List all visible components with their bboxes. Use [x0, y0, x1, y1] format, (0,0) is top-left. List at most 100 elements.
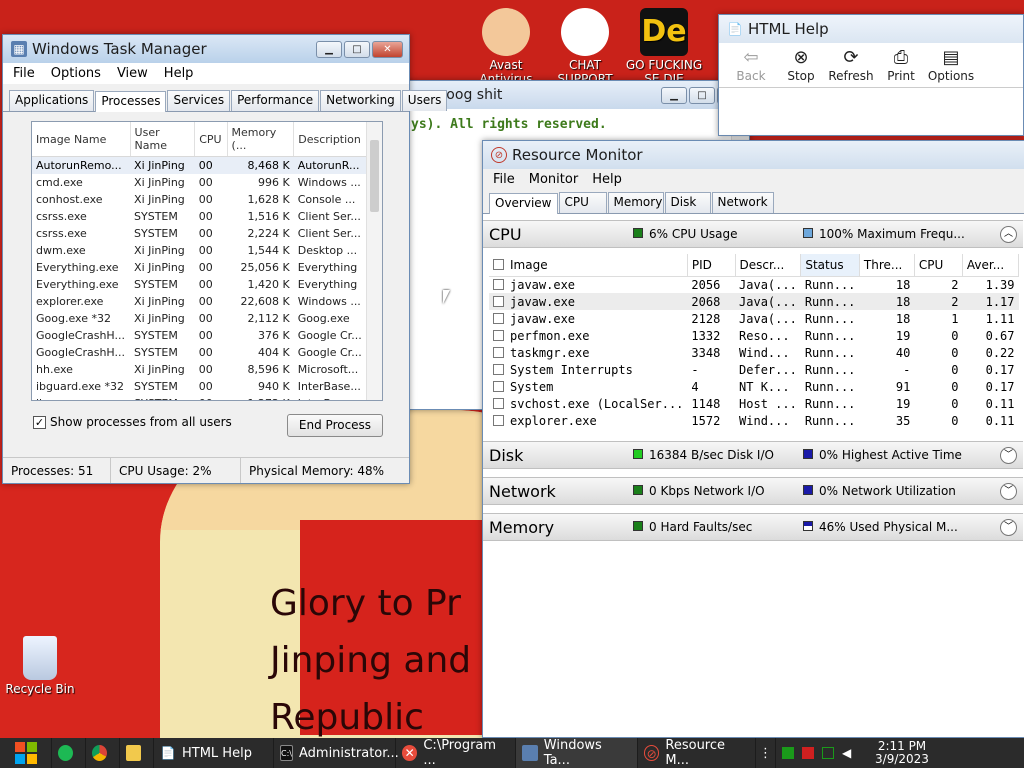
html-help-window[interactable]: 📄 HTML Help ⇦ Back ⊗ Stop ⟳ Refresh ⎙ Print … [718, 14, 1024, 136]
column-description[interactable]: Descr... [735, 254, 802, 277]
expand-chevron-icon[interactable]: ﹀ [1000, 447, 1017, 464]
menu-file[interactable]: File [13, 66, 35, 81]
process-checkbox[interactable] [493, 346, 504, 358]
process-row[interactable]: AutorunRemo... Xi JinPing 00 8,468 K Autorun… [32, 156, 367, 174]
tab-processes[interactable]: Processes [95, 91, 167, 112]
process-row[interactable]: dwm.exe Xi JinPing 00 1,544 K Desktop ... [32, 242, 367, 259]
chrome-pinned[interactable] [86, 738, 120, 768]
tray-network-icon[interactable] [822, 747, 834, 759]
show-all-checkbox[interactable]: ✓ [33, 415, 46, 429]
memory-section-header[interactable]: Memory 0 Hard Faults/sec 46% Used Physic… [483, 513, 1023, 541]
select-all-checkbox[interactable] [493, 258, 504, 270]
tab-applications[interactable]: Applications [9, 90, 95, 111]
desktop-icon-avast[interactable]: Avast Antivirus [466, 8, 546, 86]
process-row[interactable]: csrss.exe SYSTEM 00 1,516 K Client Ser... [32, 208, 367, 225]
taskbar-clock[interactable]: 2:11 PM 3/9/2023 [872, 740, 932, 766]
column-image[interactable]: Image [489, 254, 688, 277]
column-memory[interactable]: Memory (... [227, 122, 295, 157]
process-checkbox[interactable] [493, 312, 504, 324]
column-average-cpu[interactable]: Aver... [962, 254, 1019, 277]
menu-view[interactable]: View [117, 66, 148, 81]
expand-chevron-icon[interactable]: ﹀ [1000, 483, 1017, 500]
print-button[interactable]: ⎙ Print [877, 47, 925, 83]
process-row[interactable]: GoogleCrashH... SYSTEM 00 404 K Google Cr... [32, 344, 367, 361]
spotify-pinned[interactable] [52, 738, 86, 768]
process-checkbox[interactable] [493, 380, 504, 392]
start-button[interactable] [0, 738, 52, 768]
menu-options[interactable]: Options [51, 66, 101, 81]
column-pid[interactable]: PID [687, 254, 736, 277]
desktop-icon-chat-support[interactable]: CHAT SUPPORT [545, 8, 625, 86]
process-row[interactable]: hh.exe Xi JinPing 00 8,596 K Microsoft... [32, 361, 367, 378]
close-button[interactable]: ✕ [372, 41, 403, 58]
tab-performance[interactable]: Performance [231, 90, 320, 111]
column-status[interactable]: Status [800, 254, 860, 277]
process-row[interactable]: ibguard.exe *32 SYSTEM 00 940 K InterBase... [32, 378, 367, 395]
process-row[interactable]: cmd.exe Xi JinPing 00 996 K Windows ... [32, 174, 367, 191]
process-row[interactable]: conhost.exe Xi JinPing 00 1,628 K Console ..… [32, 191, 367, 208]
menu-monitor[interactable]: Monitor [529, 172, 578, 187]
minimize-button[interactable]: ▁ [661, 87, 687, 104]
tab-disk[interactable]: Disk [664, 192, 711, 213]
tab-services[interactable]: Services [167, 90, 231, 111]
process-checkbox[interactable] [493, 295, 504, 307]
collapse-chevron-icon[interactable]: ︿ [1000, 226, 1017, 243]
process-row[interactable]: csrss.exe SYSTEM 00 2,224 K Client Ser... [32, 225, 367, 242]
process-checkbox[interactable] [493, 414, 504, 426]
taskbar-item-administrator[interactable]: C:\ Administrator... [274, 738, 399, 768]
tray-flag-icon[interactable] [802, 747, 814, 759]
cpu-process-row[interactable]: javaw.exe 2068 Java(... Runn... 18 2 1.17 [489, 293, 1019, 310]
process-checkbox[interactable] [493, 363, 504, 375]
process-row[interactable]: Everything.exe SYSTEM 00 1,420 K Everything [32, 276, 367, 293]
process-row[interactable]: ibserver.exe ...SYSTEM001,272 KInterBase… [32, 395, 367, 401]
scroll-thumb[interactable] [370, 140, 379, 212]
cpu-process-row[interactable]: System Interrupts - Defer... Runn... - 0 0.17 [489, 361, 1019, 378]
refresh-button[interactable]: ⟳ Refresh [827, 47, 875, 83]
process-checkbox[interactable] [493, 397, 504, 409]
explorer-pinned[interactable] [120, 738, 154, 768]
taskbar-item-html-help[interactable]: 📄 HTML Help [154, 738, 274, 768]
taskbar-item-task-manager[interactable]: Windows Ta... [516, 738, 638, 768]
column-cpu[interactable]: CPU [194, 122, 228, 157]
cpu-process-row[interactable]: taskmgr.exe 3348 Wind... Runn... 40 0 0.22 [489, 344, 1019, 361]
tab-users[interactable]: Users [401, 90, 448, 111]
network-section-header[interactable]: Network 0 Kbps Network I/O 0% Network Ut… [483, 477, 1023, 505]
process-row[interactable]: explorer.exe Xi JinPing 00 22,608 K Windows … [32, 293, 367, 310]
process-checkbox[interactable] [493, 278, 504, 290]
tab-cpu[interactable]: CPU [558, 192, 607, 213]
cpu-process-row[interactable]: svchost.exe (LocalSer... 1148 Host ... Runn… [489, 395, 1019, 412]
tab-networking[interactable]: Networking [320, 90, 401, 111]
tray-overflow-button[interactable]: ⋮ [756, 738, 776, 768]
menu-help[interactable]: Help [164, 66, 194, 81]
tray-volume-icon[interactable]: ◀ [842, 746, 851, 760]
column-image-name[interactable]: Image Name [32, 122, 131, 157]
tab-memory[interactable]: Memory [607, 192, 664, 213]
process-list[interactable]: Image Name User Name CPU Memory (... Des… [31, 121, 383, 401]
maximize-button[interactable]: □ [344, 41, 370, 58]
show-all-users[interactable]: ✓ Show processes from all users [33, 415, 232, 429]
tab-network[interactable]: Network [711, 192, 774, 213]
task-manager-window[interactable]: ▦ Windows Task Manager ▁ □ ✕ File Option… [2, 34, 448, 484]
cpu-process-row[interactable]: System 4 NT K... Runn... 91 0 0.17 [489, 378, 1019, 395]
menu-help[interactable]: Help [592, 172, 622, 187]
cpu-process-row[interactable]: javaw.exe 2128 Java(... Runn... 18 1 1.11 [489, 310, 1019, 327]
stop-button[interactable]: ⊗ Stop [777, 47, 825, 83]
back-button[interactable]: ⇦ Back [727, 47, 775, 83]
tray-resmon-icon[interactable] [782, 747, 794, 759]
menu-file[interactable]: File [493, 172, 515, 187]
cpu-process-table[interactable]: Image PID Descr... Status Thre... CPU Av… [489, 254, 1019, 429]
process-row[interactable]: Everything.exe Xi JinPing 00 25,056 K Everyt… [32, 259, 367, 276]
expand-chevron-icon[interactable]: ﹀ [1000, 519, 1017, 536]
cpu-process-row[interactable]: explorer.exe 1572 Wind... Runn... 35 0 0.11 [489, 412, 1019, 429]
resource-monitor-window[interactable]: ⊘ Resource Monitor File Monitor Help Ove… [482, 140, 1024, 738]
column-user-name[interactable]: User Name [130, 122, 196, 157]
cpu-process-row[interactable]: perfmon.exe 1332 Reso... Runn... 19 0 0.67 [489, 327, 1019, 344]
column-threads[interactable]: Thre... [859, 254, 915, 277]
cpu-section-header[interactable]: CPU 6% CPU Usage 100% Maximum Frequ... ︿ [483, 220, 1023, 248]
cpu-process-row[interactable]: javaw.exe 2056 Java(... Runn... 18 2 1.39 [489, 276, 1019, 293]
tab-overview[interactable]: Overview [489, 193, 558, 214]
column-cpu[interactable]: CPU [914, 254, 963, 277]
end-process-button[interactable]: End Process [287, 414, 383, 437]
options-button[interactable]: ▤ Options [927, 47, 975, 83]
process-list-scrollbar[interactable] [366, 122, 382, 400]
